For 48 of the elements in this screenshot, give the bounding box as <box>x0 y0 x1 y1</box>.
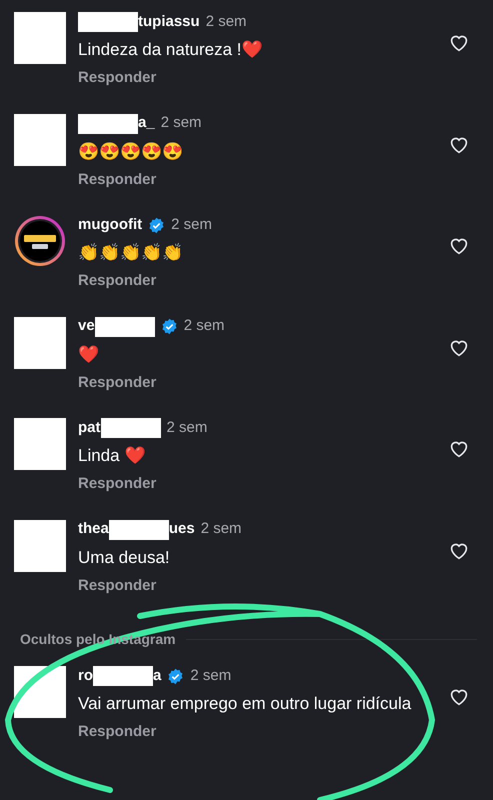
reply-link[interactable]: Responder <box>78 574 156 597</box>
username[interactable]: thea <box>78 518 109 541</box>
comment-text: ❤ <box>78 344 100 366</box>
redaction-box <box>94 316 155 336</box>
comment-time: 2 sem <box>160 113 202 134</box>
redaction-box <box>78 12 138 32</box>
username[interactable]: a <box>153 664 162 688</box>
comment-text: Linda ❤ <box>78 445 146 467</box>
username[interactable]: a_ <box>138 112 155 135</box>
username[interactable]: mugoofit <box>78 214 142 236</box>
like-heart-icon[interactable] <box>449 136 469 154</box>
like-heart-icon[interactable] <box>449 688 469 706</box>
comment-text: Vai arrumar emprego em outro lugar ridícula <box>78 693 412 715</box>
reply-link[interactable]: Responder <box>78 67 156 90</box>
comment-time: 2 sem <box>171 214 212 235</box>
comment-time: 2 sem <box>190 666 232 686</box>
comment-text: 😍😍😍😍😍 <box>78 140 184 162</box>
comment-text: 👏👏👏👏👏 <box>78 242 184 264</box>
reply-link[interactable]: Responder <box>78 372 156 394</box>
comment-text: Uma deusa! <box>78 546 171 568</box>
redaction-box <box>14 520 66 572</box>
redaction-box <box>100 418 160 438</box>
reply-link[interactable]: Responder <box>78 473 156 496</box>
redaction-box <box>14 12 66 64</box>
redaction-box <box>78 114 138 134</box>
redaction-box <box>93 666 153 686</box>
like-heart-icon[interactable] <box>449 237 469 255</box>
redaction-box <box>14 316 66 368</box>
reply-link[interactable]: Responder <box>78 721 156 744</box>
like-heart-icon[interactable] <box>449 34 469 52</box>
comment-time: 2 sem <box>184 316 225 336</box>
username[interactable]: ues <box>168 518 195 541</box>
username[interactable]: tupiassu <box>138 10 200 34</box>
comment-time: 2 sem <box>200 519 242 540</box>
reply-link[interactable]: Responder <box>78 168 156 191</box>
redaction-box <box>14 418 66 470</box>
comment-text: Lindeza da natureza !❤ <box>78 39 264 61</box>
username[interactable]: ve <box>78 315 95 338</box>
like-heart-icon[interactable] <box>449 542 469 560</box>
redaction-box <box>108 520 169 540</box>
reply-link[interactable]: Responder <box>78 270 156 292</box>
redaction-box <box>14 114 66 166</box>
username[interactable]: pat <box>78 416 100 440</box>
username[interactable]: ro <box>78 664 93 688</box>
like-heart-icon[interactable] <box>449 338 469 356</box>
comment-time: 2 sem <box>166 418 208 438</box>
like-heart-icon[interactable] <box>449 440 469 458</box>
comment-time: 2 sem <box>206 12 247 32</box>
